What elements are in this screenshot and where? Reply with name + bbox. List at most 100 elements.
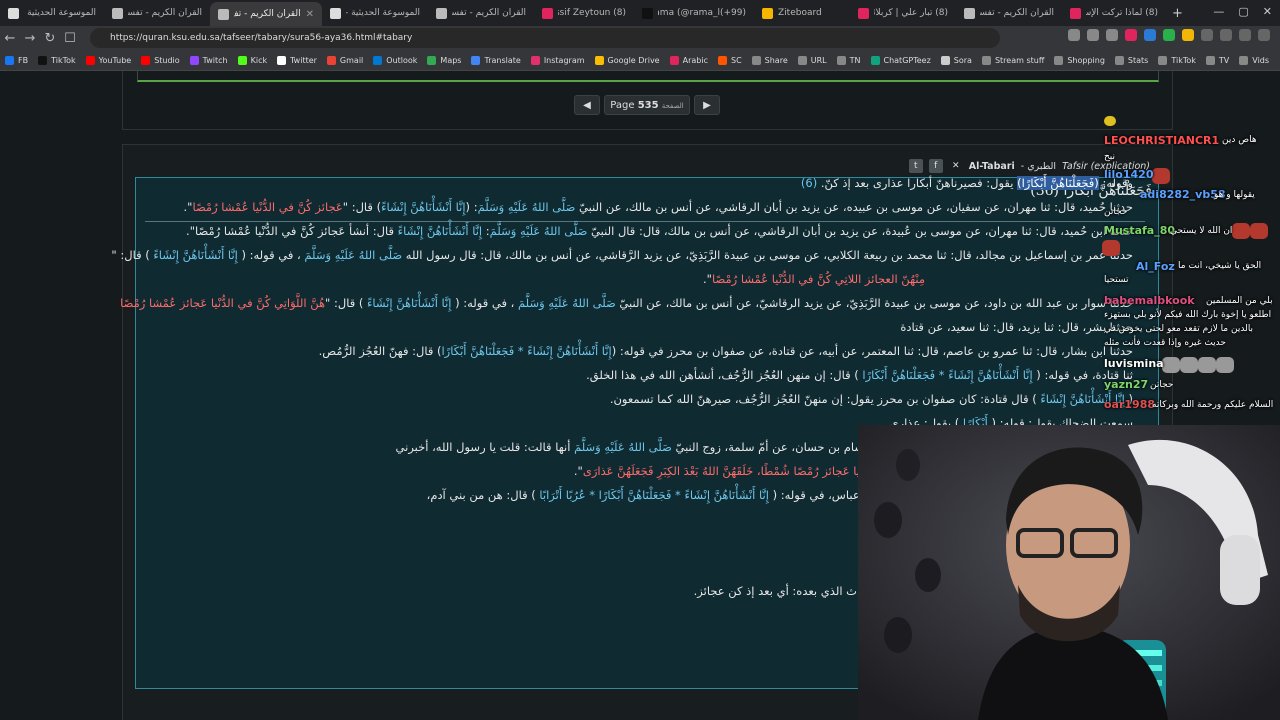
forward-icon[interactable]: → [20, 31, 40, 46]
extension-icon[interactable] [1182, 29, 1194, 41]
bookmark-item[interactable]: Gmail [322, 55, 368, 65]
tafsir-segment: إِنَّا أَنْشَأْنَاهُنَّ إِنْشَاءً * فَجَ… [539, 488, 769, 502]
facebook-share-icon[interactable]: f [928, 159, 943, 173]
tab[interactable]: (99+)Rama (@rama_l [634, 2, 754, 24]
bookmark-icon [594, 55, 604, 65]
bookmark-item[interactable]: Share [747, 55, 793, 65]
tab-label: (8) تبار علي | كربلائي [874, 8, 948, 18]
tafsir-segment: ) قال: " [111, 248, 154, 262]
tab[interactable]: (8) تبار علي | كربلائي [850, 2, 956, 24]
bookmark-item[interactable]: TikTok [33, 55, 81, 65]
bookmark-icon [471, 55, 481, 65]
bookmark-item[interactable]: Stream stuff [977, 55, 1049, 65]
back-icon[interactable]: ← [0, 31, 20, 46]
tab[interactable]: القرآن الكريم - تفسير ا [956, 2, 1062, 24]
tab[interactable]: الموسوعة الحديثية - ش [322, 2, 428, 24]
minimize-icon[interactable]: — [1213, 5, 1224, 18]
extension-icon[interactable] [1201, 29, 1213, 41]
bookmark-item[interactable]: YouTube [81, 55, 137, 65]
close-icon[interactable]: ✕ [949, 159, 963, 173]
tafsir-line: ثنا قتادة، في قوله: ( إِنَّا أَنْشَأْنَا… [586, 368, 1133, 382]
extension-icon[interactable] [1125, 29, 1137, 41]
profile-icon[interactable] [1239, 29, 1251, 41]
extension-icon[interactable] [1144, 29, 1156, 41]
bookmark-item[interactable]: TN [832, 55, 866, 65]
extension-icon[interactable] [1163, 29, 1175, 41]
tab[interactable]: القرآن الكريم - تف ✕ [210, 2, 322, 26]
tab-close-icon[interactable]: ✕ [306, 9, 314, 20]
menu-icon[interactable] [1258, 29, 1270, 41]
bookmark-item[interactable]: Instagram [526, 55, 590, 65]
tafsir-segment: : [482, 224, 490, 238]
bookmark-icon [1054, 55, 1064, 65]
address-bar[interactable]: https://quran.ksu.edu.sa/tafseer/tabary/… [90, 28, 1000, 48]
tafsir-line: حدثنا سوار بن عبد الله بن داود، عن موسى … [120, 296, 1133, 310]
tab-label: (8) لماذا تركت الإسلام [1086, 8, 1158, 18]
bookmark-icon [1114, 55, 1124, 65]
tafsir-line: حدثنا عمر بن إسماعيل بن مجالد، قال: ثنا … [111, 248, 1133, 262]
bookmark-item[interactable]: Maps [422, 55, 466, 65]
zoom-icon[interactable] [1087, 29, 1099, 41]
translate-icon[interactable] [1068, 29, 1080, 41]
bookmark-item[interactable]: Sora [936, 55, 977, 65]
tab[interactable]: القرآن الكريم - تفسير ا [428, 2, 534, 24]
tab[interactable]: الموسوعة الحديثية - ش [0, 2, 104, 24]
tab[interactable]: (8) Nassif Zeytoun & [534, 2, 634, 24]
tab[interactable]: (8) لماذا تركت الإسلام [1062, 2, 1166, 24]
bookmark-item[interactable]: Kick [233, 55, 273, 65]
bookmark-label: Shopping [1067, 55, 1105, 65]
reload-icon[interactable]: ↻ [40, 31, 60, 46]
twitter-share-icon[interactable]: t [908, 159, 923, 173]
bookmark-icon [427, 55, 437, 65]
bookmark-item[interactable]: URL [793, 55, 832, 65]
bookmark-item[interactable]: Arabic [665, 55, 713, 65]
tafsir-header: t f ✕ Al-Tabari - الطبري Tafsir (explica… [908, 159, 1150, 173]
bookmark-item[interactable]: Vids [1234, 55, 1274, 65]
bookmark-item[interactable]: Studio [136, 55, 184, 65]
next-page-button[interactable]: ▶ [694, 95, 720, 115]
bookmark-label: Translate [484, 55, 521, 65]
bookmark-label: Stats [1127, 55, 1149, 65]
bookmark-item[interactable]: Translate [466, 55, 525, 65]
tafsir-segment: صَلَّى اللهُ عَلَيْهِ وَسَلَّمَ [477, 200, 576, 214]
tab-favicon-icon [964, 7, 975, 19]
bookmark-item[interactable]: Outlook [368, 55, 422, 65]
bookmark-item[interactable]: SC [713, 55, 747, 65]
tafsir-segment: إِنَّا أَنْشَأْنَاهُنَّ إِنْشَاءً [367, 296, 452, 310]
bookmark-icon [1205, 55, 1215, 65]
tab[interactable]: القرآن الكريم - تفسير ا [104, 2, 210, 24]
bookmark-item[interactable]: Google Drive [590, 55, 665, 65]
bookmark-icon[interactable]: ☐ [60, 31, 80, 46]
bookmark-label: Maps [440, 55, 462, 65]
bookmark-item[interactable]: Twitter [272, 55, 322, 65]
bookmark-item[interactable]: Stats [1110, 55, 1153, 65]
extension-icon[interactable] [1220, 29, 1232, 41]
bookmark-label: TikTok [51, 55, 76, 65]
maximize-icon[interactable]: ▢ [1238, 5, 1248, 18]
bookmark-item[interactable]: Twitch [185, 55, 233, 65]
extensions [1068, 29, 1270, 41]
tafsir-segment: حدثنا ابن بشار، قال: ثنا عمرو بن عاصم، ق… [611, 344, 1133, 358]
bookmark-label: YouTube [98, 55, 132, 65]
bookmark-item[interactable]: TikTok [1153, 55, 1201, 65]
tab-label: القرآن الكريم - تفسير ا [128, 8, 202, 18]
close-window-icon[interactable]: ✕ [1263, 5, 1272, 18]
bookmark-item[interactable]: FB [0, 55, 33, 65]
tafsir-line: حدثنا حُميد، قال: ثنا مهران، عن سفيان، ع… [183, 200, 1133, 214]
webcam-overlay [858, 425, 1280, 720]
tafsir-line: مِنْهُنّ العجائز اللاتِي كُنَّ في الدُّن… [703, 272, 925, 286]
page-selector[interactable]: Page 535 الصفحة [604, 95, 690, 115]
bookmark-item[interactable]: ChatGPTeez [866, 55, 936, 65]
prev-page-button[interactable]: ◀ [574, 95, 600, 115]
bookmark-item[interactable]: Shopping [1049, 55, 1110, 65]
navigation-bar: ← → ↻ ☐ https://quran.ksu.edu.sa/tafseer… [0, 26, 1280, 50]
bookmark-label: TN [849, 55, 861, 65]
tafsir-segment: إِنَّا أَنْشَأْنَاهُنَّ إِنْشَاءً [153, 248, 238, 262]
bookmark-item[interactable]: TV [1201, 55, 1234, 65]
share-icon[interactable] [1106, 29, 1118, 41]
new-tab-button[interactable]: + [1172, 6, 1183, 21]
bookmark-label: FB [18, 55, 29, 65]
tab-favicon-icon [8, 7, 19, 19]
tab-label: Ziteboard [778, 8, 822, 18]
tab[interactable]: Ziteboard [754, 2, 850, 24]
